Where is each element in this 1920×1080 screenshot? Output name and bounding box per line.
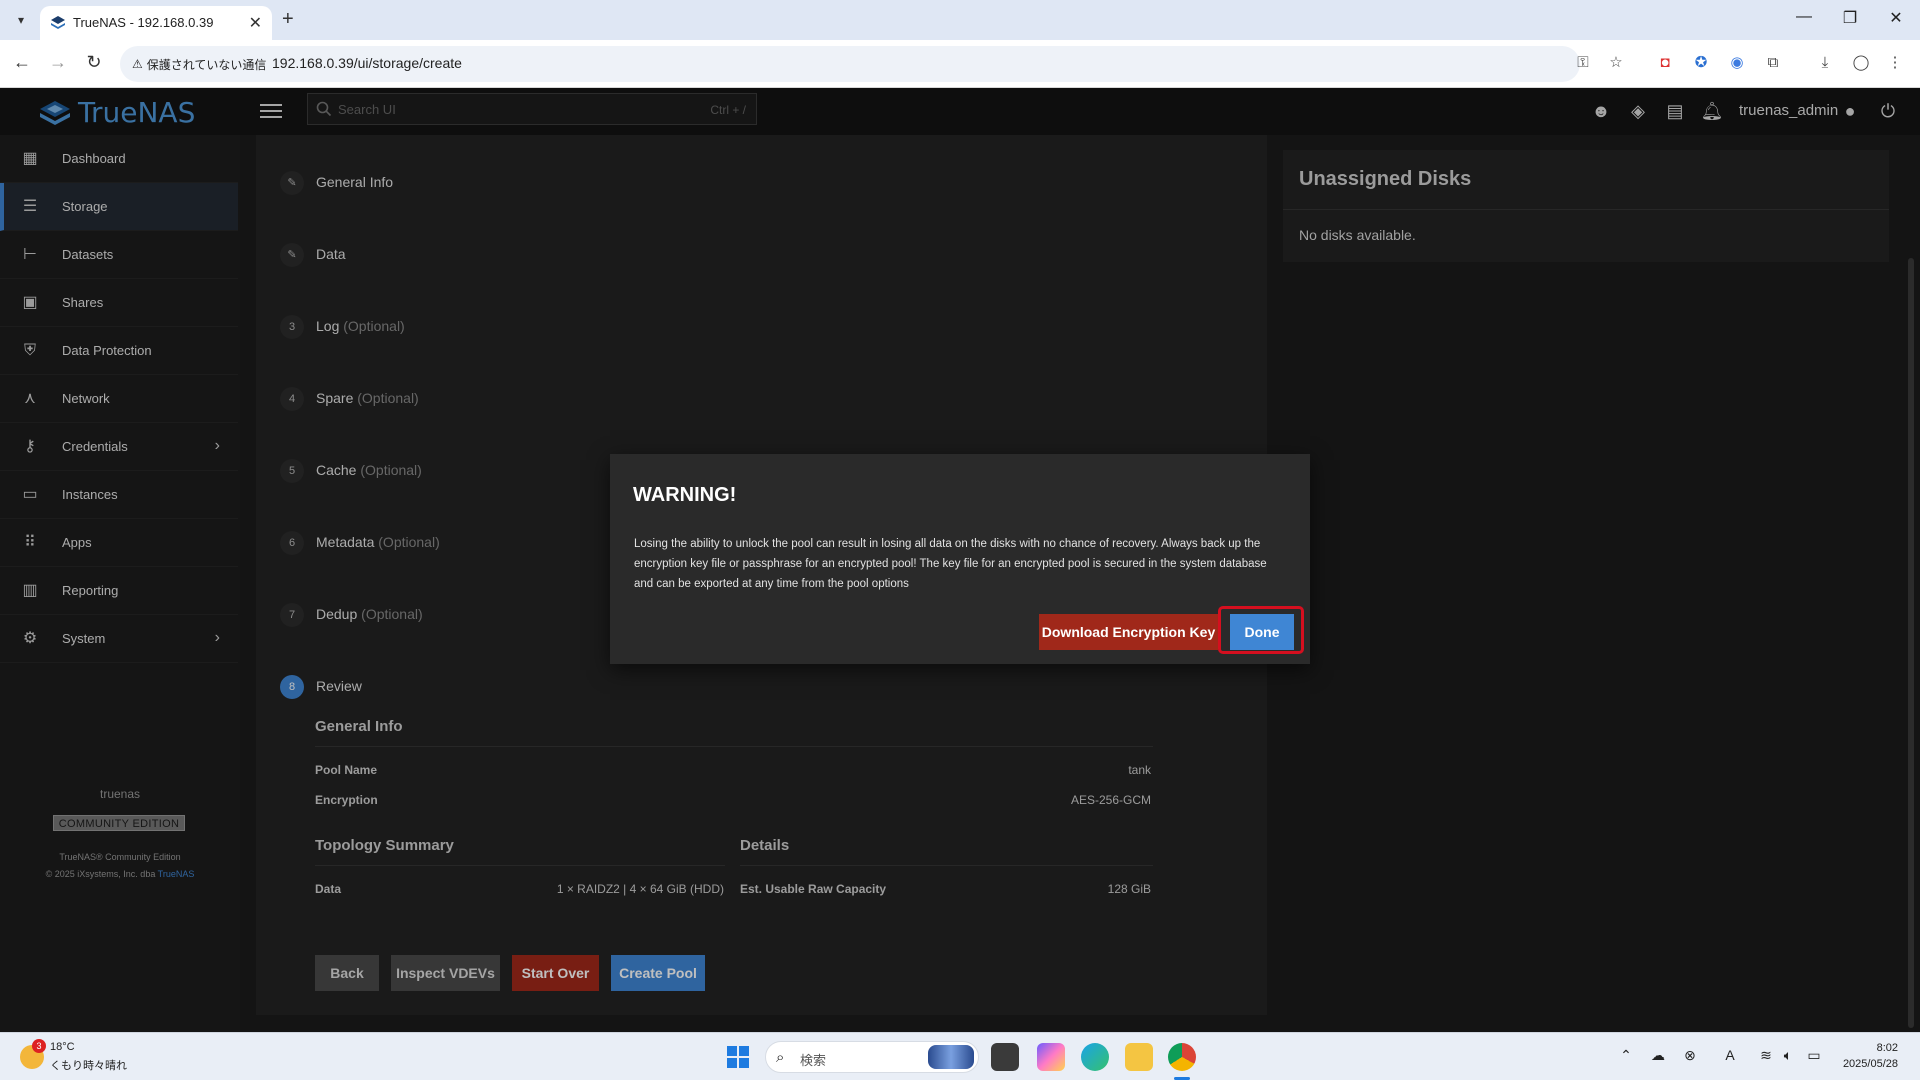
window-close-icon[interactable]: ✕ xyxy=(1876,8,1916,28)
taskbar-search-input[interactable]: ⌕ 検索 xyxy=(765,1041,979,1073)
tab-list-dropdown-icon[interactable]: ▾ xyxy=(10,9,32,31)
file-explorer-icon[interactable] xyxy=(1125,1043,1153,1071)
task-view-icon[interactable] xyxy=(991,1043,1019,1071)
search-icon: ⌕ xyxy=(776,1049,785,1066)
search-highlight-image xyxy=(928,1045,974,1069)
taskbar-search-placeholder: 検索 xyxy=(800,1053,827,1068)
password-key-icon[interactable]: ⚿ xyxy=(1572,52,1594,74)
warning-triangle-icon: ⚠ xyxy=(132,57,143,71)
browser-tab-bar: ▾ TrueNAS - 192.168.0.39 ✕ + — ❐ ✕ xyxy=(0,0,1920,40)
chrome-browser-icon[interactable] xyxy=(1168,1043,1196,1071)
onedrive-cloud-icon[interactable]: ☁ xyxy=(1648,1047,1668,1064)
battery-icon[interactable]: ▭ xyxy=(1804,1047,1824,1064)
ime-icon[interactable]: A xyxy=(1720,1047,1740,1063)
security-warning[interactable]: ⚠ 保護されていない通信 xyxy=(132,54,266,74)
download-encryption-key-button[interactable]: Download Encryption Key xyxy=(1039,614,1218,650)
reload-icon[interactable]: ↻ xyxy=(82,52,106,73)
tab-close-icon[interactable]: ✕ xyxy=(249,13,262,33)
tray-chevron-up-icon[interactable]: ⌃ xyxy=(1616,1047,1636,1064)
tab-title: TrueNAS - 192.168.0.39 xyxy=(73,15,214,30)
volume-icon[interactable]: 🔈︎ xyxy=(1778,1047,1798,1064)
forward-arrow-icon[interactable]: → xyxy=(46,52,70,73)
download-icon[interactable]: ⤓ xyxy=(1814,52,1836,74)
dialog-title: WARNING! xyxy=(633,484,737,506)
address-bar[interactable]: ⚠ 保護されていない通信 192.168.0.39/ui/storage/cre… xyxy=(120,46,1580,82)
minimize-icon[interactable]: — xyxy=(1784,8,1824,26)
profile-avatar-icon[interactable]: ◯ xyxy=(1850,52,1872,74)
security-label: 保護されていない通信 xyxy=(146,57,267,72)
dialog-message: Losing the ability to unlock the pool ca… xyxy=(634,538,1267,590)
taskbar: 3 18°C くもり時々晴れ ⌕ 検索 ⌃ ☁ ⊗ A ≋ 🔈︎ ▭ 8:02 … xyxy=(0,1032,1920,1080)
clock-time[interactable]: 8:02 xyxy=(1877,1042,1898,1054)
weather-temperature: 18°C xyxy=(50,1041,75,1053)
browser-toolbar: ← → ↻ ⚠ 保護されていない通信 192.168.0.39/ui/stora… xyxy=(0,40,1920,88)
translate-extension-icon[interactable]: ◉ xyxy=(1726,52,1748,74)
edge-browser-icon[interactable] xyxy=(1081,1043,1109,1071)
weather-description: くもり時々晴れ xyxy=(50,1060,127,1072)
start-windows-icon[interactable] xyxy=(727,1046,749,1068)
weather-badge: 3 xyxy=(32,1039,46,1053)
new-tab-icon[interactable]: + xyxy=(282,8,294,31)
extension-icon[interactable]: ✪ xyxy=(1690,52,1712,74)
browser-menu-icon[interactable]: ⋮ xyxy=(1884,52,1906,74)
copilot-icon[interactable] xyxy=(1037,1043,1065,1071)
pocket-extension-icon[interactable]: ◘ xyxy=(1654,52,1676,74)
browser-tab[interactable]: TrueNAS - 192.168.0.39 ✕ xyxy=(40,6,272,40)
highlight-box xyxy=(1218,606,1304,654)
back-arrow-icon[interactable]: ← xyxy=(10,52,34,73)
warning-dialog: WARNING! Losing the ability to unlock th… xyxy=(610,454,1310,664)
bookmark-star-icon[interactable]: ☆ xyxy=(1605,52,1627,74)
url-text: 192.168.0.39/ui/storage/create xyxy=(272,55,462,71)
wifi-icon[interactable]: ≋ xyxy=(1756,1047,1776,1064)
extensions-puzzle-icon[interactable]: ⧉ xyxy=(1762,52,1784,74)
restore-icon[interactable]: ❐ xyxy=(1830,8,1870,28)
tray-app-icon[interactable]: ⊗ xyxy=(1680,1047,1700,1064)
truenas-favicon-icon xyxy=(51,16,65,29)
clock-date[interactable]: 2025/05/28 xyxy=(1843,1058,1898,1070)
